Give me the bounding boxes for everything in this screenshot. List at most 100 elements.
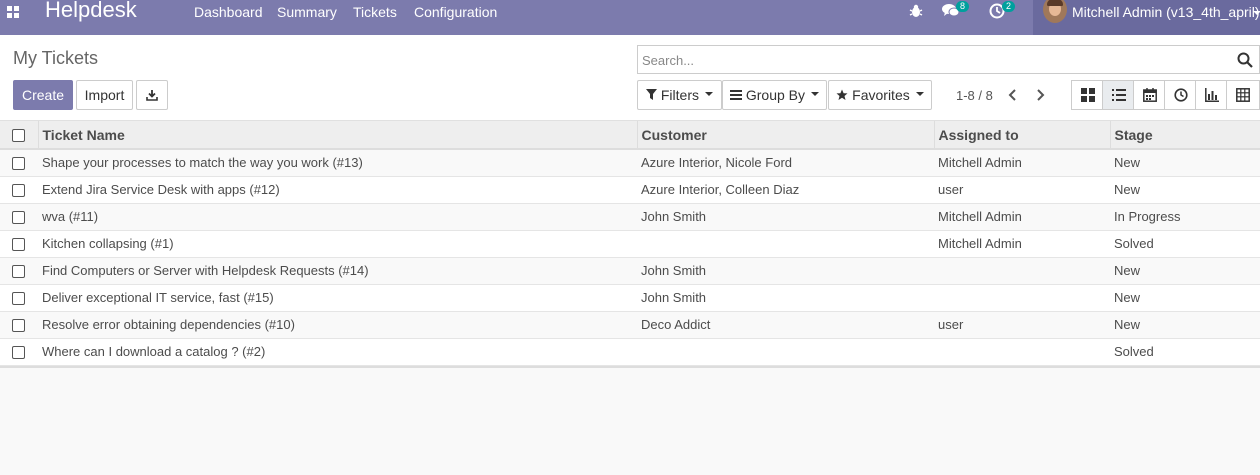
menu-tickets[interactable]: Tickets (353, 4, 397, 20)
row-checkbox[interactable] (12, 346, 25, 360)
table-header-row: Ticket Name Customer Assigned to Stage (0, 121, 1260, 150)
tickets-list: Ticket Name Customer Assigned to Stage S… (0, 121, 1260, 368)
activity-clock-icon (1174, 88, 1188, 102)
row-select-cell (0, 257, 38, 285)
ticket-name-cell: Extend Jira Service Desk with apps (#12) (38, 176, 637, 204)
kanban-icon (1081, 88, 1095, 102)
table-row[interactable]: Find Computers or Server with Helpdesk R… (0, 257, 1260, 285)
assigned-cell (934, 257, 1110, 285)
filters-label: Filters (660, 87, 699, 103)
customer-cell: Deco Addict (637, 311, 934, 339)
apps-grid-icon[interactable] (7, 6, 21, 20)
calendar-icon (1143, 88, 1157, 102)
view-graph-button[interactable] (1195, 80, 1227, 110)
filters-button[interactable]: Filters (637, 80, 722, 110)
view-activity-button[interactable] (1164, 80, 1196, 110)
download-button[interactable] (136, 80, 168, 110)
group-by-label: Group By (745, 87, 806, 103)
row-checkbox[interactable] (12, 157, 25, 171)
row-checkbox[interactable] (12, 265, 25, 279)
row-checkbox[interactable] (12, 238, 25, 252)
import-button[interactable]: Import (76, 80, 133, 110)
customer-cell: Azure Interior, Colleen Diaz (637, 176, 934, 204)
breadcrumb: My Tickets (13, 48, 99, 68)
customer-cell: John Smith (637, 257, 934, 285)
header-ticket-name[interactable]: Ticket Name (38, 121, 638, 150)
pivot-icon (1236, 88, 1250, 102)
customer-cell: John Smith (637, 284, 934, 312)
stage-cell: In Progress (1110, 203, 1260, 231)
assigned-cell: Mitchell Admin (934, 230, 1110, 258)
header-assigned-to[interactable]: Assigned to (934, 121, 1111, 150)
create-button[interactable]: Create (13, 80, 73, 110)
assigned-cell: Mitchell Admin (934, 203, 1110, 231)
user-menu[interactable]: Mitchell Admin (v13_4th_april) (1033, 0, 1260, 35)
header-stage[interactable]: Stage (1110, 121, 1260, 150)
row-checkbox[interactable] (12, 319, 25, 333)
ticket-name-cell: Where can I download a catalog ? (#2) (38, 338, 637, 366)
stage-cell: Solved (1110, 338, 1260, 366)
app-brand[interactable]: Helpdesk (45, 0, 137, 23)
view-list-button[interactable] (1102, 80, 1134, 110)
customer-cell (637, 230, 934, 258)
stage-cell: New (1110, 257, 1260, 285)
menu-dashboard[interactable]: Dashboard (194, 4, 263, 20)
ticket-name-cell: Deliver exceptional IT service, fast (#1… (38, 284, 637, 312)
search-box (637, 45, 1260, 74)
table-row[interactable]: Shape your processes to match the way yo… (0, 149, 1260, 177)
filter-icon (645, 89, 657, 101)
table-row[interactable]: Kitchen collapsing (#1) Mitchell Admin S… (0, 230, 1260, 258)
row-checkbox[interactable] (12, 292, 25, 306)
view-pivot-button[interactable] (1226, 80, 1260, 110)
row-select-cell (0, 311, 38, 339)
menu-configuration[interactable]: Configuration (414, 4, 497, 20)
activities-badge: 2 (1002, 1, 1016, 12)
star-icon (836, 89, 848, 100)
table-footer-divider (0, 365, 1260, 368)
row-checkbox[interactable] (12, 211, 25, 225)
chevron-left-icon[interactable] (1005, 87, 1021, 103)
view-calendar-button[interactable] (1133, 80, 1165, 110)
customer-cell: John Smith (637, 203, 934, 231)
row-select-cell (0, 149, 38, 177)
pager-value[interactable]: 1-8 / 8 (956, 88, 993, 103)
stage-cell: New (1110, 311, 1260, 339)
table-row[interactable]: Resolve error obtaining dependencies (#1… (0, 311, 1260, 339)
row-select-cell (0, 203, 38, 231)
stage-cell: New (1110, 284, 1260, 312)
row-checkbox[interactable] (12, 184, 25, 198)
group-by-button[interactable]: Group By (722, 80, 827, 110)
table-row[interactable]: Deliver exceptional IT service, fast (#1… (0, 284, 1260, 312)
chevron-right-icon[interactable] (1032, 87, 1048, 103)
list-icon (1112, 89, 1126, 101)
assigned-cell (934, 338, 1110, 366)
row-select-cell (0, 284, 38, 312)
header-customer[interactable]: Customer (637, 121, 935, 150)
ticket-name-cell: Resolve error obtaining dependencies (#1… (38, 311, 637, 339)
search-icon[interactable] (1237, 52, 1253, 68)
table-row[interactable]: Where can I download a catalog ? (#2) So… (0, 338, 1260, 366)
avatar (1043, 0, 1067, 23)
row-select-cell (0, 230, 38, 258)
assigned-cell: Mitchell Admin (934, 149, 1110, 177)
stage-cell: New (1110, 176, 1260, 204)
menu-summary[interactable]: Summary (277, 4, 337, 20)
control-panel: My Tickets Create Import Filters Group B… (0, 35, 1260, 121)
stage-cell: Solved (1110, 230, 1260, 258)
table-row[interactable]: Extend Jira Service Desk with apps (#12)… (0, 176, 1260, 204)
ticket-name-cell: Kitchen collapsing (#1) (38, 230, 637, 258)
list-bars-icon (729, 90, 742, 101)
favorites-button[interactable]: Favorites (828, 80, 932, 110)
table-row[interactable]: wva (#11) John Smith Mitchell Admin In P… (0, 203, 1260, 231)
download-icon (146, 90, 158, 101)
bug-icon[interactable] (909, 4, 923, 21)
tickets-table: Ticket Name Customer Assigned to Stage S… (0, 121, 1260, 366)
messages-badge: 8 (956, 1, 970, 12)
search-input[interactable] (642, 50, 1232, 70)
customer-cell (637, 338, 934, 366)
assigned-cell: user (934, 311, 1110, 339)
assigned-cell: user (934, 176, 1110, 204)
customer-cell: Azure Interior, Nicole Ford (637, 149, 934, 177)
select-all-checkbox[interactable] (12, 129, 25, 143)
view-kanban-button[interactable] (1071, 80, 1103, 110)
